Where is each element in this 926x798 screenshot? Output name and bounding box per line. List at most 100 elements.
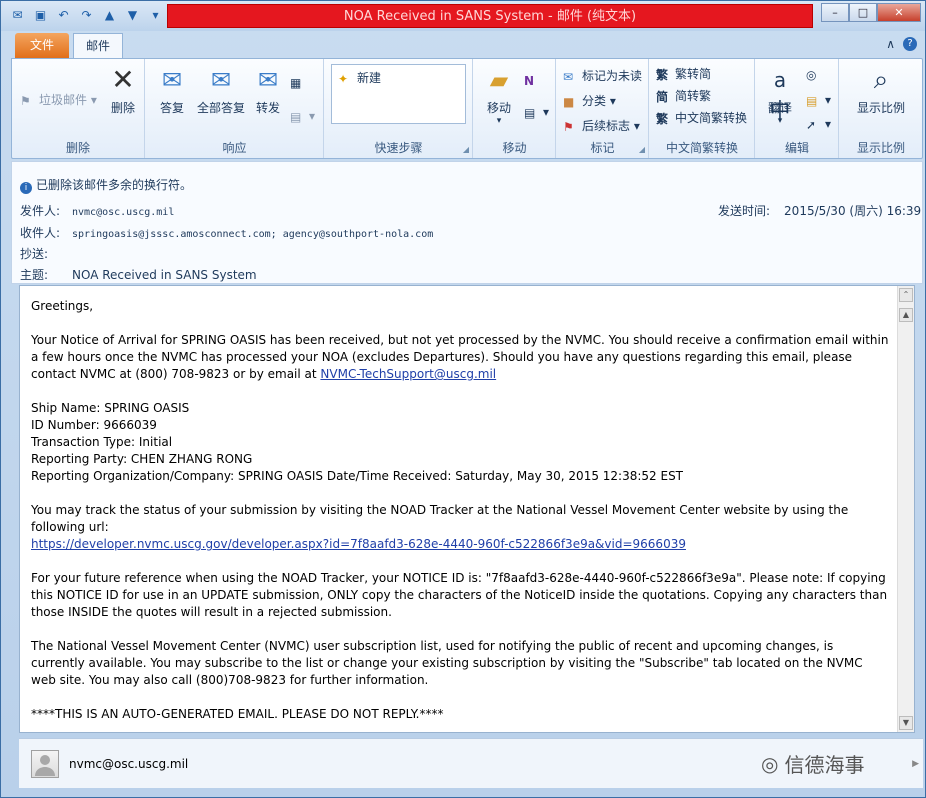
title-bar: ✉ ▣ ↶ ↷ ▲ ▼ ▾ NOA Received in SANS Syste… bbox=[1, 1, 925, 31]
onenote-icon: N bbox=[524, 74, 535, 88]
group-tags: ✉ 标记为未读 ■ 分类 ▾ ⚑ 后续标志 ▾ 标记 ◢ bbox=[557, 59, 649, 158]
info-text: 已删除该邮件多余的换行符。 bbox=[36, 178, 193, 192]
more-icon: ▤ bbox=[290, 110, 302, 124]
flag-icon: ⚑ bbox=[563, 120, 574, 134]
support-email-link[interactable]: NVMC-TechSupport@uscg.mil bbox=[320, 367, 496, 381]
subject-text: NOA Received in SANS System bbox=[72, 268, 257, 282]
reply-all-label: 全部答复 bbox=[196, 101, 245, 115]
up-arrow-icon[interactable]: ▲ bbox=[101, 7, 118, 23]
scroll-up-icon[interactable]: ▲ bbox=[899, 308, 913, 322]
delete-button[interactable]: ✕ 删除 bbox=[106, 65, 140, 116]
reply-label: 答复 bbox=[159, 101, 184, 115]
group-zoom: ⌕ 显示比例 显示比例 bbox=[840, 59, 922, 158]
sent-label: 发送时间: bbox=[718, 204, 771, 218]
wechat-icon: ◎ bbox=[761, 751, 779, 776]
down-arrow-icon[interactable]: ▼ bbox=[124, 7, 141, 23]
select-button[interactable]: ➚ ▾ bbox=[806, 117, 831, 132]
from-row: 发件人: nvmc@osc.uscg.mil bbox=[20, 202, 174, 219]
dialog-launcher-icon[interactable]: ◢ bbox=[463, 145, 469, 154]
close-button[interactable]: ✕ bbox=[877, 3, 921, 22]
binoculars-icon: ◎ bbox=[806, 68, 817, 82]
more-respond-button[interactable]: ▤ ▾ bbox=[290, 109, 315, 124]
watermark: ◎ 信德海事 bbox=[761, 749, 864, 778]
related-button[interactable]: ▤ ▾ bbox=[806, 93, 831, 108]
meeting-button[interactable]: ▦ bbox=[290, 75, 309, 90]
quickstep-new[interactable]: ✦ 新建 bbox=[338, 69, 381, 86]
zoom-button[interactable]: ⌕ 显示比例 bbox=[844, 65, 918, 116]
lightning-icon: ✦ bbox=[338, 72, 349, 86]
customize-qat-icon[interactable]: ▾ bbox=[147, 7, 164, 23]
undo-icon[interactable]: ↶ bbox=[55, 7, 72, 23]
tracker-url-link[interactable]: https://developer.nvmc.uscg.gov/develope… bbox=[31, 537, 686, 551]
actions-button[interactable]: ▤ ▾ bbox=[524, 105, 549, 120]
find-button[interactable]: ◎ bbox=[806, 67, 825, 82]
body-paragraph-4: For your future reference when using the… bbox=[31, 571, 888, 619]
category-icon: ■ bbox=[563, 95, 575, 109]
watermark-text: 信德海事 bbox=[784, 753, 865, 777]
folder-icon: ▰ bbox=[489, 66, 509, 94]
reply-all-button[interactable]: ✉ 全部答复 bbox=[194, 65, 248, 116]
tab-file[interactable]: 文件 bbox=[15, 33, 69, 58]
collapse-header-icon[interactable]: ⌃ bbox=[899, 288, 913, 302]
to-addresses[interactable]: springoasis@jsssc.amosconnect.com; agenc… bbox=[72, 229, 433, 240]
onenote-button[interactable]: N bbox=[524, 73, 543, 88]
window-title: NOA Received in SANS System - 邮件 (纯文本) bbox=[167, 4, 813, 28]
people-pane-scroll-icon[interactable]: ▶ bbox=[912, 759, 919, 769]
categorize-button[interactable]: ■ 分类 ▾ bbox=[563, 92, 616, 109]
translate-button[interactable]: a中 翻译 ▾ bbox=[762, 65, 798, 126]
trad-to-simp-button[interactable]: 繁繁转简 bbox=[656, 65, 711, 82]
simp-to-trad-label: 简转繁 bbox=[675, 89, 712, 103]
calendar-icon: ▦ bbox=[290, 76, 302, 90]
transaction-type: Transaction Type: Initial bbox=[31, 435, 173, 449]
body-paragraph-1: Your Notice of Arrival for SPRING OASIS … bbox=[31, 332, 889, 383]
trad-to-simp-label: 繁转简 bbox=[675, 67, 712, 81]
window-controls: – □ ✕ bbox=[821, 3, 921, 22]
simp-icon: 简 bbox=[656, 90, 669, 104]
ribbon: ⚑ 垃圾邮件 ▾ ✕ 删除 删除 ✉ 答复 ✉ 全部答复 ✉ 转发 ▦ ▤ ▾ 响应 ✦ 新建… bbox=[11, 58, 923, 159]
simp-to-trad-button[interactable]: 简简转繁 bbox=[656, 87, 711, 104]
delete-icon: ✕ bbox=[111, 63, 135, 96]
tab-mail[interactable]: 邮件 bbox=[73, 33, 123, 58]
move-button[interactable]: ▰ 移动 ▾ bbox=[482, 65, 516, 126]
quicksteps-gallery[interactable]: ✦ 新建 bbox=[331, 64, 466, 124]
move-label: 移动 bbox=[486, 101, 511, 115]
related-icon: ▤ bbox=[806, 94, 818, 108]
from-label: 发件人: bbox=[20, 204, 61, 218]
minimize-button[interactable]: – bbox=[821, 3, 849, 22]
tags-launcher-icon[interactable]: ◢ bbox=[639, 145, 645, 154]
redo-icon[interactable]: ↷ bbox=[78, 7, 95, 23]
junk-button[interactable]: ⚑ 垃圾邮件 ▾ bbox=[20, 91, 97, 108]
group-delete: ⚑ 垃圾邮件 ▾ ✕ 删除 删除 bbox=[12, 59, 145, 158]
cc-label: 抄送: bbox=[20, 247, 49, 261]
scroll-down-icon[interactable]: ▼ bbox=[899, 716, 913, 730]
people-pane: nvmc@osc.uscg.mil ◎ 信德海事 ▶ bbox=[19, 738, 923, 788]
from-address[interactable]: nvmc@osc.uscg.mil bbox=[72, 207, 174, 218]
collapse-ribbon-icon[interactable]: ∧ bbox=[886, 37, 895, 51]
subject-label: 主题: bbox=[20, 268, 49, 282]
message-body[interactable]: Greetings, Your Notice of Arrival for SP… bbox=[19, 285, 915, 733]
group-label-edit: 编辑 bbox=[784, 141, 809, 155]
info-bar[interactable]: i 已删除该邮件多余的换行符。 bbox=[20, 176, 192, 194]
save-icon[interactable]: ▣ bbox=[32, 7, 49, 23]
contact-avatar[interactable] bbox=[31, 750, 59, 778]
follow-up-button[interactable]: ⚑ 后续标志 ▾ bbox=[563, 117, 640, 134]
chinese-convert-button[interactable]: 繁中文简繁转换 bbox=[656, 109, 747, 126]
ribbon-controls: ∧ ? bbox=[886, 37, 917, 51]
vertical-scrollbar[interactable]: ⌃ ▲ ▼ bbox=[897, 286, 914, 732]
mark-unread-button[interactable]: ✉ 标记为未读 bbox=[563, 67, 642, 84]
to-label: 收件人: bbox=[20, 226, 61, 240]
reply-button[interactable]: ✉ 答复 bbox=[156, 65, 188, 116]
maximize-button[interactable]: □ bbox=[849, 3, 877, 22]
body-paragraph-3: You may track the status of your submiss… bbox=[31, 502, 889, 553]
group-label-quicksteps: 快速步骤 bbox=[374, 141, 423, 155]
contact-name[interactable]: nvmc@osc.uscg.mil bbox=[69, 757, 188, 771]
group-respond: ✉ 答复 ✉ 全部答复 ✉ 转发 ▦ ▤ ▾ 响应 bbox=[146, 59, 324, 158]
forward-button[interactable]: ✉ 转发 bbox=[252, 65, 284, 116]
mail-icon: ✉ bbox=[12, 8, 23, 22]
sent-row: 发送时间: 2015/5/30 (周六) 16:39 bbox=[718, 202, 921, 219]
group-edit: a中 翻译 ▾ ◎ ▤ ▾ ➚ ▾ 编辑 bbox=[756, 59, 839, 158]
subject-row: 主题: NOA Received in SANS System bbox=[20, 266, 257, 283]
help-icon[interactable]: ? bbox=[903, 37, 917, 51]
translate-label: 翻译 bbox=[767, 101, 792, 115]
message-header: i 已删除该邮件多余的换行符。 发件人: nvmc@osc.uscg.mil 发送时… bbox=[11, 161, 923, 284]
